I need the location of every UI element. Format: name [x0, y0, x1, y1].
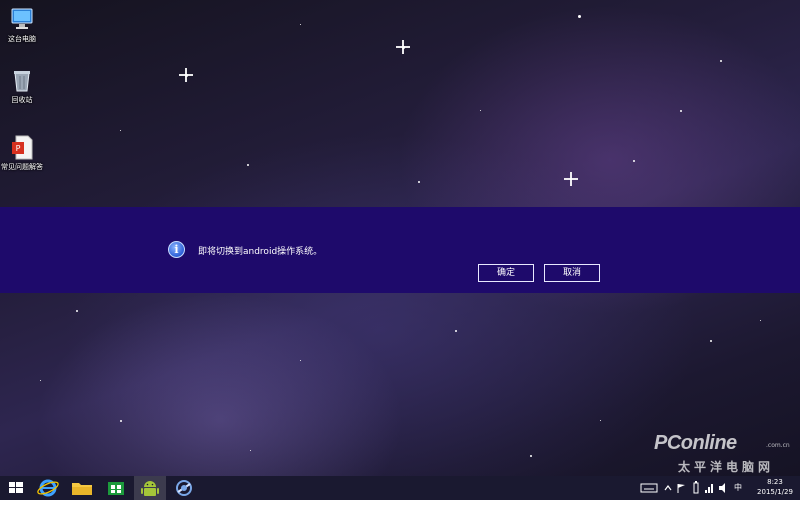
desktop-icon-recycle-bin[interactable]: 回收站 [0, 67, 44, 105]
computer-icon [9, 6, 35, 32]
folder-icon [72, 483, 92, 495]
star [120, 420, 122, 422]
store-icon [108, 482, 124, 495]
ok-button[interactable]: 确定 [477, 263, 535, 283]
svg-text:P: P [16, 144, 21, 153]
taskbar-android[interactable] [134, 476, 166, 500]
ime-indicator[interactable]: 中 [734, 476, 742, 500]
switch-os-dialog: i 即将切换到android操作系统。 确定 取消 [0, 207, 800, 293]
pdf-document-icon: P [9, 134, 35, 160]
clock-date: 2015/1/29 [757, 488, 793, 496]
star [300, 360, 301, 361]
star [455, 330, 457, 332]
taskbar-switch-app[interactable] [168, 476, 200, 500]
taskbar-internet-explorer[interactable] [32, 476, 64, 500]
star [633, 160, 635, 162]
pconline-watermark: PConline .com.cn 太平洋电脑网 [648, 420, 798, 476]
desktop-icon-label: 这台电脑 [8, 35, 36, 43]
desktop-icon-label: 回收站 [11, 96, 33, 104]
star [480, 110, 481, 111]
star [300, 24, 301, 25]
star [179, 68, 193, 82]
network-icon[interactable] [704, 476, 714, 510]
start-button[interactable] [0, 476, 32, 500]
star [720, 60, 722, 62]
watermark-brand: PConline [654, 432, 737, 454]
recycle-bin-icon [9, 67, 35, 93]
watermark-domain: .com.cn [766, 442, 790, 449]
keyboard-icon[interactable] [640, 476, 658, 510]
star [396, 40, 410, 54]
taskbar: 中 8:23 2015/1/29 [0, 476, 800, 500]
star [418, 181, 420, 183]
star [564, 172, 578, 186]
star [76, 310, 78, 312]
star [680, 110, 682, 112]
flag-icon[interactable] [676, 476, 686, 510]
taskbar-file-explorer[interactable] [66, 476, 98, 500]
star [40, 380, 41, 381]
star [250, 450, 251, 451]
star [600, 420, 601, 421]
desktop-icon-label: 常见问题解答 [1, 163, 43, 171]
system-tray: 中 8:23 2015/1/29 [630, 476, 800, 500]
star [120, 130, 121, 131]
info-icon: i [168, 241, 185, 258]
star [578, 15, 581, 18]
star [760, 320, 761, 321]
taskbar-store[interactable] [100, 476, 132, 500]
star [710, 340, 712, 342]
desktop-icon-this-pc[interactable]: 这台电脑 [0, 6, 44, 44]
star [247, 164, 249, 166]
battery-icon[interactable] [692, 476, 700, 510]
star [530, 455, 532, 457]
chevron-up-icon[interactable] [664, 476, 672, 510]
dialog-message: 即将切换到android操作系统。 [198, 247, 323, 257]
clock[interactable]: 8:23 2015/1/29 [754, 477, 796, 497]
volume-icon[interactable] [718, 476, 728, 510]
android-icon [141, 481, 159, 496]
desktop-icon-faq[interactable]: P 常见问题解答 [0, 134, 44, 172]
switch-app-icon [176, 480, 192, 496]
clock-time: 8:23 [767, 478, 783, 486]
internet-explorer-icon [37, 479, 59, 497]
cancel-button[interactable]: 取消 [543, 263, 601, 283]
windows-start-icon [9, 482, 23, 493]
watermark-chinese: 太平洋电脑网 [678, 460, 775, 474]
